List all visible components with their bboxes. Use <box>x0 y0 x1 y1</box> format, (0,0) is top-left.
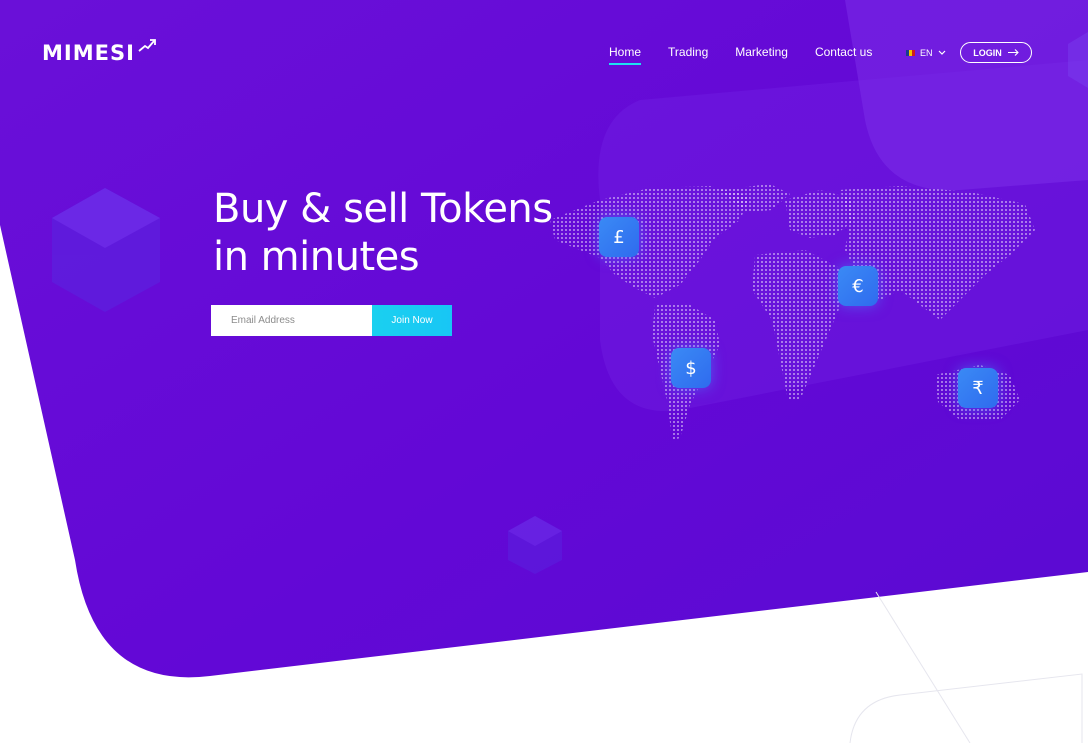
signup-form: Join Now <box>211 305 452 336</box>
hero-headline: Buy & sell Tokens in minutes <box>213 185 553 281</box>
pound-icon: £ <box>599 217 639 257</box>
arrow-right-icon <box>1007 49 1019 56</box>
trend-arrow-icon <box>138 39 156 52</box>
nav-trading[interactable]: Trading <box>668 45 708 65</box>
main-nav: Home Trading Marketing Contact us <box>609 45 872 65</box>
login-button[interactable]: LOGIN <box>960 42 1032 63</box>
chevron-down-icon <box>938 50 945 55</box>
dollar-icon: $ <box>671 348 711 388</box>
language-code: EN <box>920 48 933 58</box>
nav-contact[interactable]: Contact us <box>815 45 872 65</box>
nav-marketing[interactable]: Marketing <box>735 45 788 65</box>
language-selector[interactable]: EN <box>906 48 946 58</box>
euro-icon: € <box>838 266 878 306</box>
login-label: LOGIN <box>973 47 1002 58</box>
rupee-icon: ₹ <box>958 368 998 408</box>
email-input[interactable] <box>211 305 372 336</box>
brand-logo[interactable]: MIMESI <box>42 39 156 65</box>
headline-line-1: Buy & sell Tokens <box>213 186 553 232</box>
logo-text: MIMESI <box>42 41 135 65</box>
nav-home[interactable]: Home <box>609 45 642 65</box>
headline-line-2: in minutes <box>213 234 420 280</box>
join-now-button[interactable]: Join Now <box>372 305 452 336</box>
flag-icon <box>906 50 915 56</box>
